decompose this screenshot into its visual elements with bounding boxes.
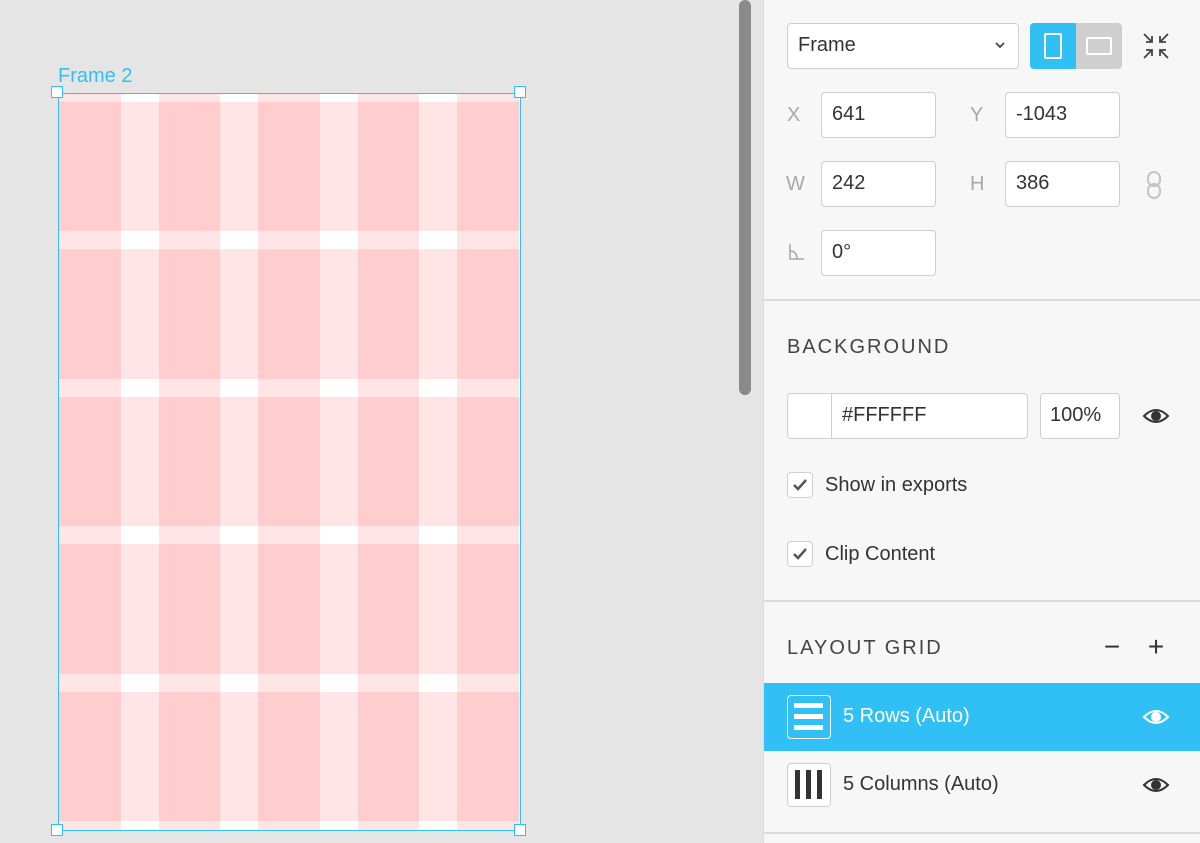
grid-visibility-eye-icon[interactable] bbox=[1142, 707, 1170, 727]
columns-grid-icon bbox=[787, 763, 831, 807]
frame-type-value: Frame bbox=[798, 34, 856, 56]
grid-item-rows[interactable]: 5 Rows (Auto) bbox=[764, 683, 1200, 751]
grid-item-label: 5 Rows (Auto) bbox=[843, 705, 970, 727]
resize-handle-bottom-left[interactable] bbox=[51, 824, 63, 836]
inspector-panel: Frame X 641 Y -1043 W 242 H 386 0° BACKG… bbox=[763, 0, 1200, 843]
background-color-swatch[interactable] bbox=[787, 393, 831, 439]
orientation-toggle[interactable] bbox=[1030, 23, 1122, 69]
background-hex-input[interactable]: #FFFFFF bbox=[831, 393, 1028, 439]
resize-to-fit-icon[interactable] bbox=[1140, 30, 1172, 62]
portrait-icon bbox=[1044, 33, 1062, 59]
width-input[interactable]: 242 bbox=[821, 161, 936, 207]
chevron-down-icon bbox=[994, 24, 1006, 85]
divider bbox=[764, 832, 1200, 834]
frame-label[interactable]: Frame 2 bbox=[58, 65, 132, 88]
add-grid-button[interactable]: + bbox=[1143, 633, 1169, 662]
grid-column-band bbox=[457, 94, 519, 830]
background-opacity-input[interactable]: 100% bbox=[1040, 393, 1120, 439]
rotation-input[interactable]: 0° bbox=[821, 230, 936, 276]
grid-column-band bbox=[357, 94, 420, 830]
canvas-scrollbar[interactable] bbox=[739, 0, 751, 395]
resize-handle-bottom-right[interactable] bbox=[514, 824, 526, 836]
resize-handle-top-right[interactable] bbox=[514, 86, 526, 98]
show-in-exports-checkbox[interactable] bbox=[787, 472, 813, 498]
x-input[interactable]: 641 bbox=[821, 92, 936, 138]
y-input[interactable]: -1043 bbox=[1005, 92, 1120, 138]
remove-grid-button[interactable]: − bbox=[1099, 633, 1125, 662]
x-label: X bbox=[787, 104, 801, 126]
grid-column-band bbox=[158, 94, 221, 830]
portrait-button[interactable] bbox=[1030, 23, 1076, 69]
layout-grid-section-title: LAYOUT GRID bbox=[787, 637, 943, 659]
landscape-button[interactable] bbox=[1076, 23, 1122, 69]
resize-handle-top-left[interactable] bbox=[51, 86, 63, 98]
background-section-title: BACKGROUND bbox=[787, 336, 951, 358]
rows-grid-icon bbox=[787, 695, 831, 739]
show-in-exports-label: Show in exports bbox=[825, 474, 968, 496]
landscape-icon bbox=[1086, 37, 1112, 55]
divider bbox=[764, 299, 1200, 301]
w-label: W bbox=[786, 173, 805, 195]
divider bbox=[764, 600, 1200, 602]
height-input[interactable]: 386 bbox=[1005, 161, 1120, 207]
clip-content-label: Clip Content bbox=[825, 543, 936, 565]
grid-column-band bbox=[59, 94, 121, 830]
background-visibility-eye-icon[interactable] bbox=[1142, 406, 1170, 426]
grid-column-band bbox=[258, 94, 320, 830]
clip-content-checkbox[interactable] bbox=[787, 541, 813, 567]
grid-item-label: 5 Columns (Auto) bbox=[843, 773, 999, 795]
frame[interactable] bbox=[58, 93, 521, 831]
grid-visibility-eye-icon[interactable] bbox=[1142, 775, 1170, 795]
frame-type-select[interactable]: Frame bbox=[787, 23, 1019, 69]
constrain-proportions-icon[interactable] bbox=[1144, 170, 1164, 200]
y-label: Y bbox=[970, 104, 984, 126]
rotation-icon bbox=[788, 243, 806, 261]
grid-item-columns[interactable]: 5 Columns (Auto) bbox=[764, 751, 1200, 819]
h-label: H bbox=[970, 173, 985, 195]
canvas[interactable]: Frame 2 bbox=[0, 0, 763, 843]
